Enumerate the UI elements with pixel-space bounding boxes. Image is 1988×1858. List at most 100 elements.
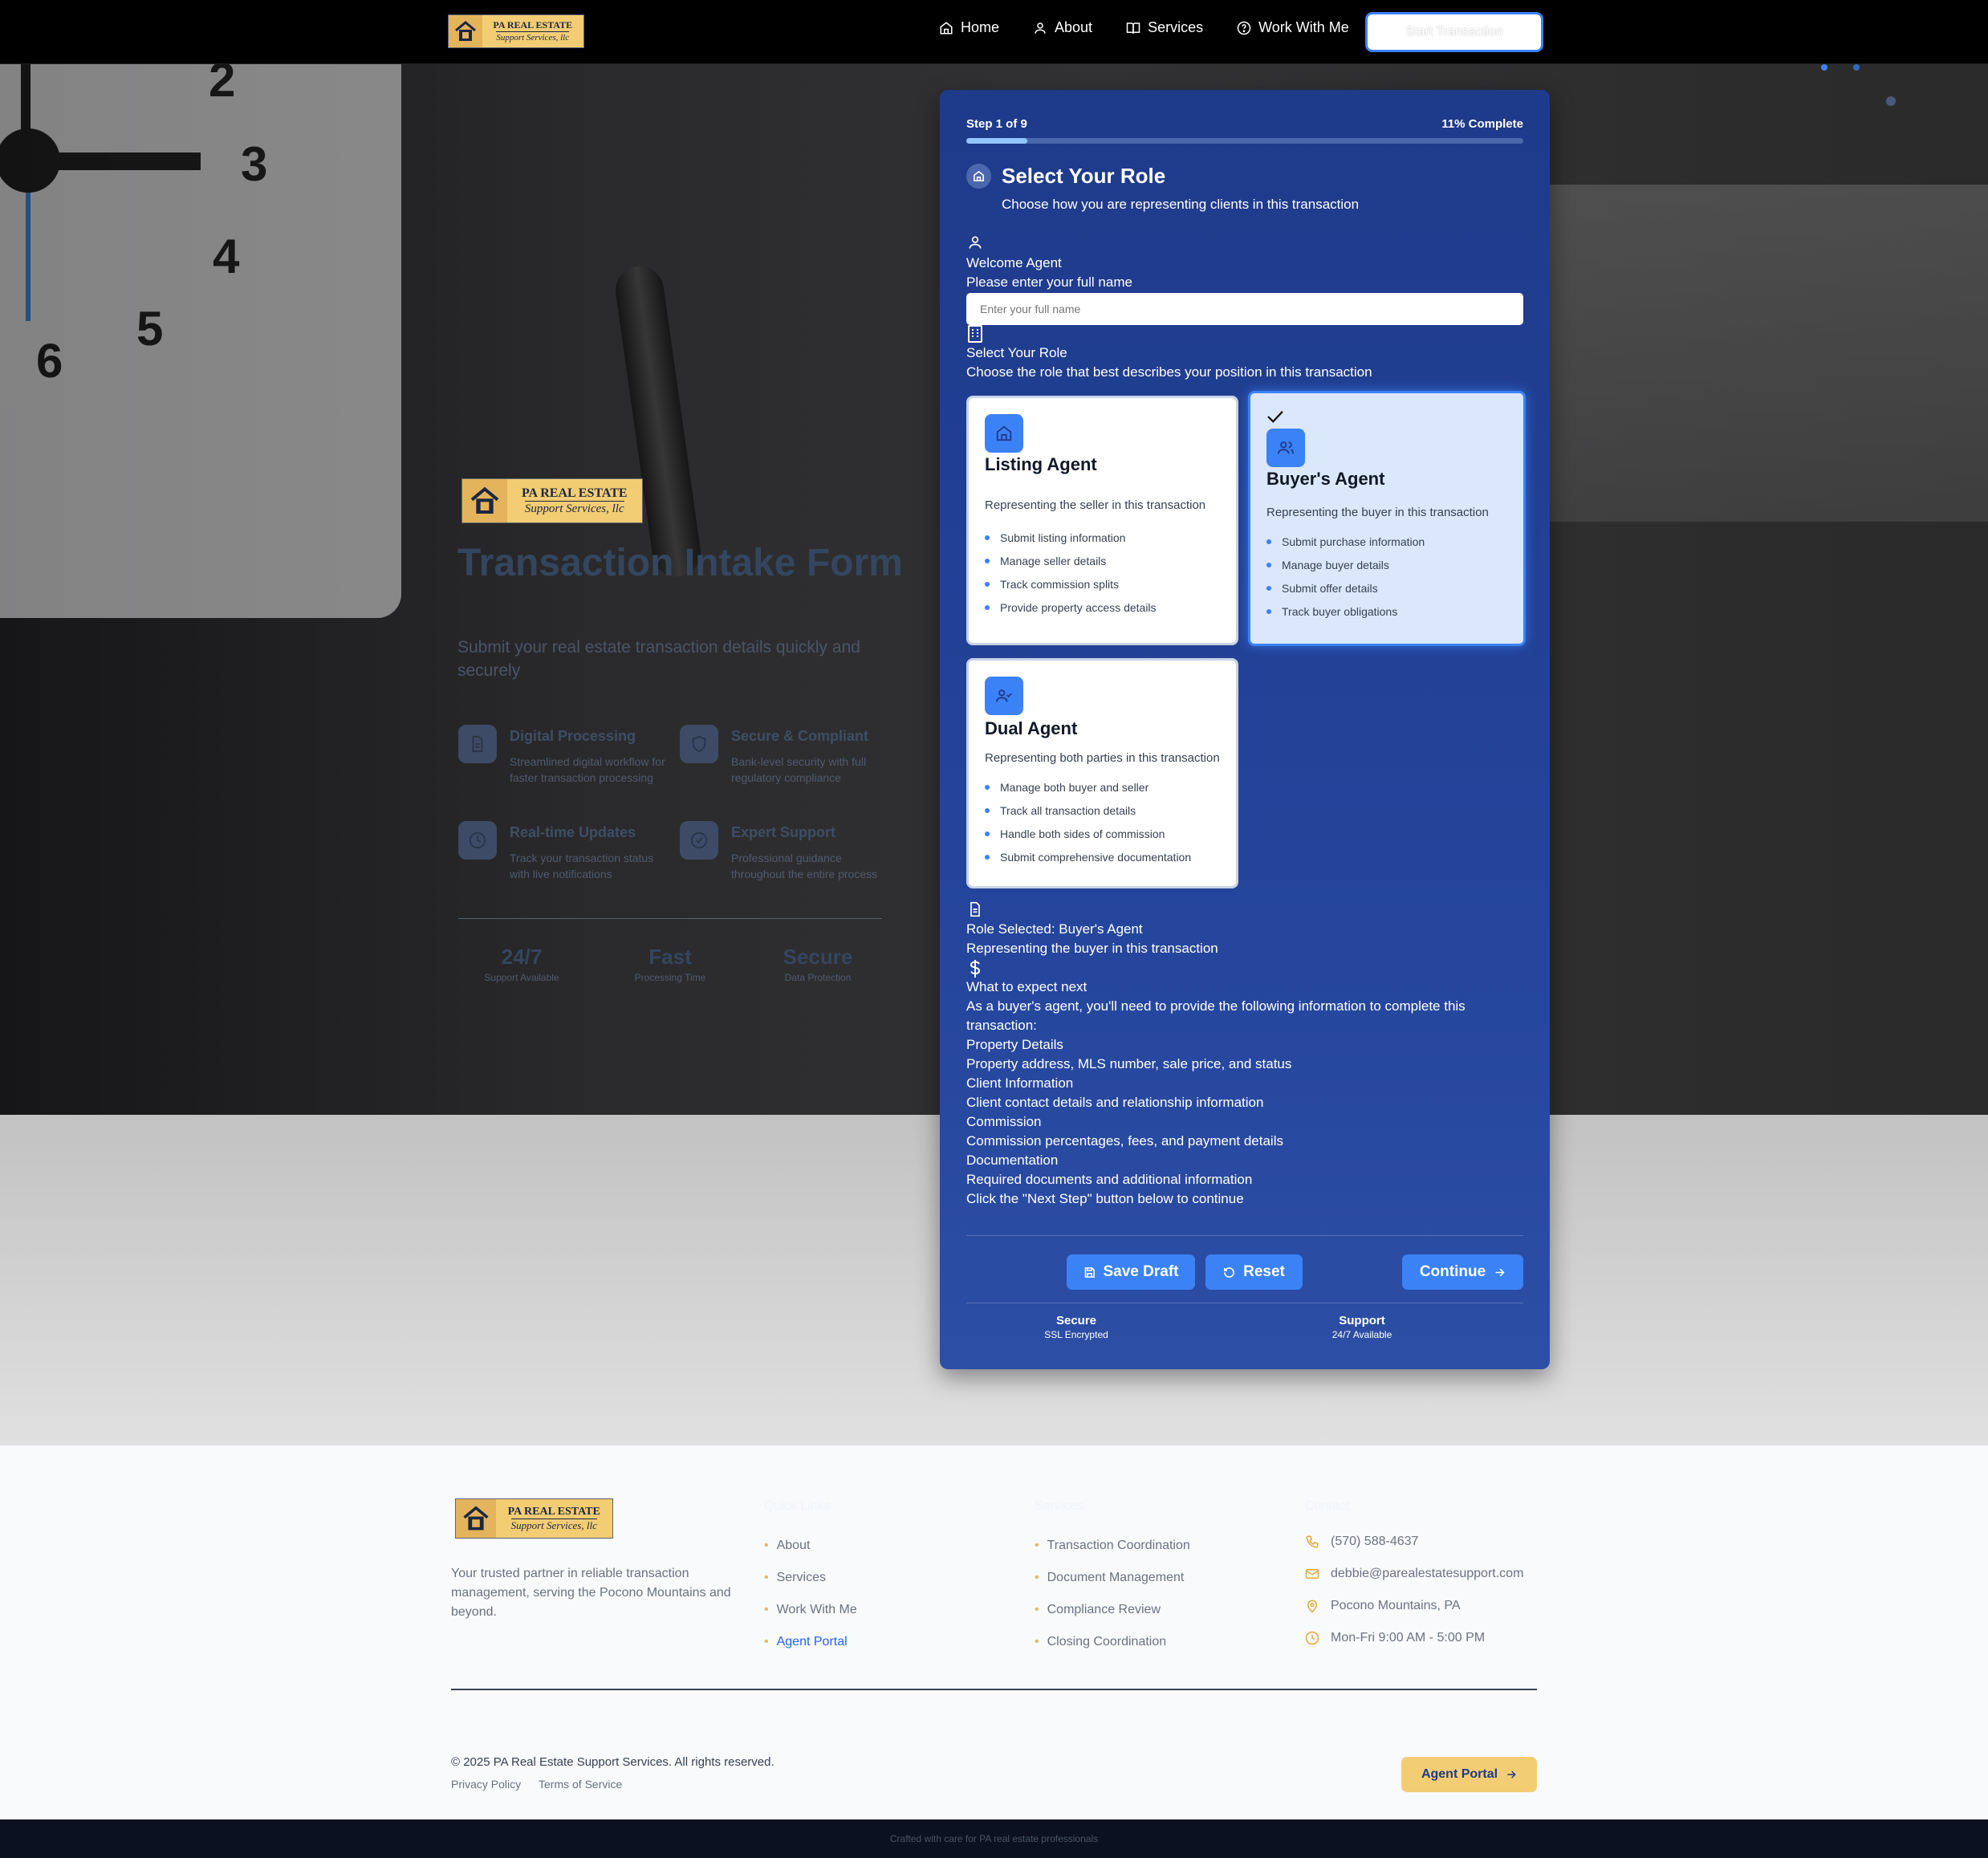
role-feature-list: Manage both buyer and seller Track all t…: [985, 775, 1191, 868]
footer-tagline-line-1: Your trusted partner in reliable transac…: [451, 1567, 689, 1580]
expect-intro-line-1: As a buyer's agent, you'll need to provi…: [966, 998, 1466, 1014]
continue-button[interactable]: Continue: [1402, 1254, 1523, 1290]
stat-value: 24/7: [501, 945, 543, 969]
list-item: Manage both buyer and seller: [985, 775, 1191, 799]
role-card-listing-agent[interactable]: Listing Agent Representing the seller in…: [966, 396, 1238, 645]
footer-brand-logo[interactable]: PA REAL ESTATE Support Services, llc: [455, 1498, 613, 1539]
house-logo-icon: [449, 15, 482, 47]
role-icon: [985, 414, 1023, 453]
contact-text: (570) 588-4637: [1331, 1535, 1419, 1548]
nav-home-link[interactable]: Home: [939, 19, 999, 36]
nav-work-with-me-link[interactable]: Work With Me: [1237, 19, 1349, 36]
dollar-icon: [970, 960, 981, 978]
list-item: Track all transaction details: [985, 799, 1191, 822]
agent-portal-button[interactable]: Agent Portal: [1401, 1757, 1537, 1792]
file-text-icon: [472, 735, 483, 753]
brand-logo[interactable]: PA REAL ESTATE Support Services, llc: [448, 14, 584, 48]
role-card-buyers-agent[interactable]: Buyer's Agent Representing the buyer in …: [1248, 391, 1526, 646]
map-pin-icon: [1307, 1600, 1318, 1613]
services-list: Transaction Coordination Document Manage…: [1035, 1530, 1190, 1658]
role-prompt: Choose the role that best describes your…: [966, 364, 1372, 380]
expect-item-desc: Required documents and additional inform…: [966, 1172, 1253, 1187]
home-icon: [974, 170, 984, 181]
brand-line-2: Support Services, llc: [496, 30, 570, 43]
feature-desc: Track your transaction status with live …: [510, 852, 654, 881]
privacy-policy-link[interactable]: Privacy Policy: [451, 1778, 521, 1791]
name-prompt: Please enter your full name: [966, 274, 1132, 290]
badge-title: Support: [1339, 1314, 1385, 1327]
nav-about-link[interactable]: About: [1033, 19, 1092, 36]
services-heading: Services: [1035, 1499, 1084, 1513]
footer-brand-line-1: PA REAL ESTATE: [507, 1506, 600, 1519]
arrow-right-icon: [1507, 1771, 1516, 1779]
hero-brand-logo: PA REAL ESTATE Support Services, llc: [461, 478, 643, 523]
check-icon: [1267, 410, 1283, 423]
home-icon: [996, 425, 1012, 441]
feature-title: Real-time Updates: [510, 824, 636, 840]
form-title: Select Your Role: [1002, 164, 1166, 188]
nav-services-link[interactable]: Services: [1126, 19, 1203, 36]
footer: [0, 1445, 1988, 1819]
intake-form-panel: Step 1 of 9 11% Complete Select Your Rol…: [940, 90, 1550, 1369]
svg-text:3: 3: [241, 137, 267, 191]
support-badge: Support 24/7 Available: [1322, 1314, 1402, 1340]
role-icon: [1266, 429, 1305, 467]
hero-brand-line-1: PA REAL ESTATE: [521, 486, 628, 500]
list-item: Track buyer obligations: [1266, 600, 1425, 623]
decorative-dot: [1853, 64, 1860, 71]
hero-title: Transaction Intake Form: [457, 542, 903, 584]
stat-value: Fast: [648, 945, 692, 969]
svg-text:4: 4: [213, 230, 240, 283]
decorative-dot: [1821, 64, 1827, 71]
footer-link-about[interactable]: About: [764, 1530, 857, 1562]
contact-location: Pocono Mountains, PA: [1305, 1590, 1523, 1622]
footer-service-item[interactable]: Transaction Coordination: [1035, 1530, 1190, 1562]
footer-service-item[interactable]: Document Management: [1035, 1562, 1190, 1594]
feature-title: Expert Support: [731, 824, 836, 840]
list-item: Submit listing information: [985, 526, 1157, 549]
hero-subtitle: Submit your real estate transaction deta…: [457, 638, 860, 681]
footer-service-item[interactable]: Compliance Review: [1035, 1594, 1190, 1626]
contact-email[interactable]: debbie@parealestatesupport.com: [1305, 1558, 1523, 1590]
user-check-icon: [995, 689, 1012, 702]
check-circle-icon: [690, 831, 708, 849]
contact-phone[interactable]: (570) 588-4637: [1305, 1526, 1523, 1558]
svg-text:2: 2: [209, 64, 235, 107]
reset-button[interactable]: Reset: [1205, 1254, 1303, 1290]
terms-of-service-link[interactable]: Terms of Service: [539, 1778, 622, 1791]
help-circle-icon: [1237, 21, 1251, 35]
footer-link-services[interactable]: Services: [764, 1562, 857, 1594]
stat-support: 24/7 Support Available: [465, 945, 578, 983]
contact-hours: Mon-Fri 9:00 AM - 5:00 PM: [1305, 1622, 1523, 1654]
save-icon: [1084, 1266, 1095, 1278]
reset-label: Reset: [1243, 1263, 1285, 1280]
full-name-input[interactable]: [966, 293, 1523, 325]
feature-desc: Bank-level security with full regulatory…: [731, 755, 867, 785]
selected-role-desc: Representing the buyer in this transacti…: [966, 941, 1218, 956]
contact-text: debbie@parealestatesupport.com: [1331, 1567, 1524, 1580]
quick-links-heading: Quick Links: [764, 1499, 831, 1513]
user-icon: [969, 236, 982, 249]
mail-icon: [1305, 1569, 1319, 1579]
decorative-dot: [1886, 96, 1896, 106]
start-transaction-button[interactable]: Start Transaction: [1365, 12, 1543, 52]
arrow-right-icon: [1495, 1268, 1505, 1276]
footer-link-agent-portal[interactable]: Agent Portal: [764, 1626, 857, 1658]
footer-service-item[interactable]: Closing Coordination: [1035, 1626, 1190, 1658]
footer-brand-line-2: Support Services, llc: [510, 1518, 597, 1531]
step-label: Step 1 of 9: [966, 117, 1027, 131]
save-draft-button[interactable]: Save Draft: [1067, 1254, 1195, 1290]
top-navigation: PA REAL ESTATE Support Services, llc Hom…: [0, 0, 1988, 64]
nav-services-label: Services: [1148, 19, 1204, 35]
role-card-dual-agent[interactable]: Dual Agent Representing both parties in …: [966, 658, 1238, 888]
save-draft-label: Save Draft: [1103, 1263, 1179, 1280]
footer-link-work-with-me[interactable]: Work With Me: [764, 1594, 857, 1626]
nav-work-with-me-label: Work With Me: [1258, 19, 1349, 35]
role-desc: Representing the buyer in this transacti…: [1266, 506, 1489, 519]
expect-item-desc: Commission percentages, fees, and paymen…: [966, 1133, 1283, 1149]
clock-photo-background: 2 3 4 5 6: [0, 64, 401, 618]
expect-item-desc: Client contact details and relationship …: [966, 1095, 1264, 1110]
list-item: Submit comprehensive documentation: [985, 845, 1191, 868]
stat-value: Secure: [783, 945, 853, 969]
agent-portal-label: Agent Portal: [1421, 1767, 1498, 1781]
